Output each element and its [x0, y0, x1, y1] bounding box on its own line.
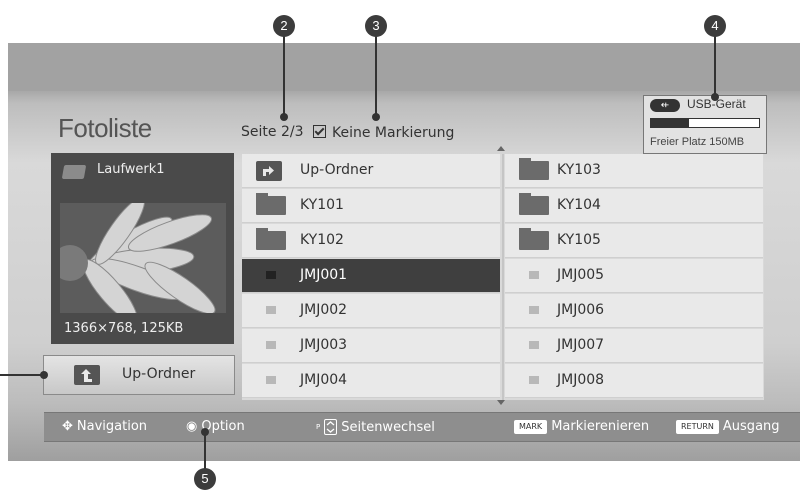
- help-navigation: ✥ Navigation: [62, 419, 147, 434]
- item-name: KY101: [300, 197, 344, 213]
- up-folder-icon: [256, 161, 282, 181]
- item-name: JMJ001: [300, 267, 348, 283]
- callout-2: 2: [273, 15, 295, 37]
- photo-icon: [266, 306, 276, 314]
- page-updown-icon: [324, 419, 338, 435]
- callout-4-dot: [711, 93, 719, 101]
- photo-item[interactable]: JMJ006: [505, 294, 763, 328]
- up-folder-item[interactable]: Up-Ordner: [242, 154, 500, 188]
- photo-item[interactable]: JMJ005: [505, 259, 763, 293]
- folder-icon: [256, 193, 286, 215]
- photo-icon: [266, 341, 276, 349]
- callout-2-line: [283, 36, 285, 116]
- folder-icon: [519, 158, 549, 180]
- ok-button-icon: ◉: [186, 419, 198, 434]
- mark-status: Keine Markierung: [313, 124, 454, 141]
- folder-icon: [519, 228, 549, 250]
- help-page-change-label: Seitenwechsel: [341, 419, 435, 435]
- photo-icon: [529, 376, 539, 384]
- item-name: JMJ006: [557, 302, 605, 318]
- photo-item[interactable]: JMJ002: [242, 294, 500, 328]
- mark-key-icon: MARK: [514, 419, 548, 434]
- photo-icon: [529, 341, 539, 349]
- photo-thumbnail: [60, 203, 226, 313]
- usb-usage-bar: [650, 118, 760, 128]
- usb-icon: ⇷: [650, 99, 680, 112]
- help-return-label: Ausgang: [722, 419, 780, 434]
- callout-3-dot: [372, 113, 380, 121]
- return-key-icon: RETURN: [676, 419, 719, 434]
- item-name: JMJ008: [557, 372, 605, 388]
- folder-icon: [519, 193, 549, 215]
- photo-icon: [529, 306, 539, 314]
- folder-item[interactable]: KY105: [505, 224, 763, 258]
- page-indicator: Seite 2/3: [241, 124, 304, 140]
- folder-icon: [256, 228, 286, 250]
- usb-free-space: Freier Platz 150MB: [650, 136, 745, 148]
- mark-status-label: Keine Markierung: [332, 125, 455, 141]
- photo-item[interactable]: JMJ008: [505, 364, 763, 398]
- drive-icon: [61, 165, 87, 179]
- callout-3-line: [375, 36, 377, 116]
- drive-label: Laufwerk1: [97, 162, 165, 177]
- callout-4-line: [714, 36, 716, 96]
- callout-5-line: [204, 431, 206, 471]
- callout-3: 3: [365, 15, 387, 37]
- callout-4: 4: [704, 15, 726, 37]
- navigation-icon: ✥: [62, 419, 73, 434]
- help-navigation-label: Navigation: [76, 419, 148, 434]
- callout-1-line: [0, 374, 42, 376]
- screen-title: Fotoliste: [58, 113, 152, 143]
- help-return: RETURN Ausgang: [676, 419, 780, 434]
- item-name: KY103: [557, 162, 601, 178]
- folder-item[interactable]: KY104: [505, 189, 763, 223]
- callout-5: 5: [194, 468, 216, 490]
- item-name: JMJ003: [300, 337, 348, 353]
- page-key-label: P: [316, 423, 321, 431]
- item-name: KY105: [557, 232, 601, 248]
- folder-item[interactable]: KY101: [242, 189, 500, 223]
- help-page-change: P Seitenwechsel: [316, 419, 435, 435]
- usb-usage-fill: [651, 119, 689, 127]
- callout-2-dot: [280, 113, 288, 121]
- photo-icon: [266, 376, 276, 384]
- checkbox-icon: [313, 125, 326, 138]
- item-name: JMJ002: [300, 302, 348, 318]
- help-option: ◉ Option: [186, 419, 245, 434]
- help-mark-label: Markierenieren: [551, 419, 650, 434]
- item-name: KY102: [300, 232, 344, 248]
- scroll-down-arrow[interactable]: [497, 400, 505, 405]
- callout-5-dot: [201, 428, 209, 436]
- photo-icon: [266, 271, 276, 279]
- photo-item[interactable]: JMJ007: [505, 329, 763, 363]
- usb-device-panel: ⇷ USB-Gerät Freier Platz 150MB: [643, 95, 767, 154]
- help-mark: MARK Markierenieren: [514, 419, 649, 434]
- photo-icon: [529, 271, 539, 279]
- item-name: JMJ005: [557, 267, 605, 283]
- preview-panel: Laufwerk1 1366×768, 125KB: [51, 153, 234, 344]
- item-name: JMJ004: [300, 372, 348, 388]
- up-folder-icon: [74, 365, 100, 385]
- column-divider: [502, 154, 504, 400]
- up-folder-button[interactable]: Up-Ordner: [43, 355, 235, 395]
- callout-1-dot: [40, 371, 48, 379]
- item-name: KY104: [557, 197, 601, 213]
- item-name: JMJ007: [557, 337, 605, 353]
- top-band: [8, 43, 800, 91]
- item-name: Up-Ordner: [300, 162, 374, 178]
- help-bar: ✥ Navigation ◉ Option P Seitenwechsel MA…: [44, 412, 800, 442]
- photo-item[interactable]: JMJ003: [242, 329, 500, 363]
- folder-item[interactable]: KY102: [242, 224, 500, 258]
- folder-item[interactable]: KY103: [505, 154, 763, 188]
- photo-item[interactable]: JMJ001: [242, 259, 500, 293]
- up-folder-button-label: Up-Ordner: [122, 366, 196, 382]
- photo-item[interactable]: JMJ004: [242, 364, 500, 398]
- scroll-up-arrow[interactable]: [497, 146, 505, 151]
- image-info: 1366×768, 125KB: [64, 321, 184, 336]
